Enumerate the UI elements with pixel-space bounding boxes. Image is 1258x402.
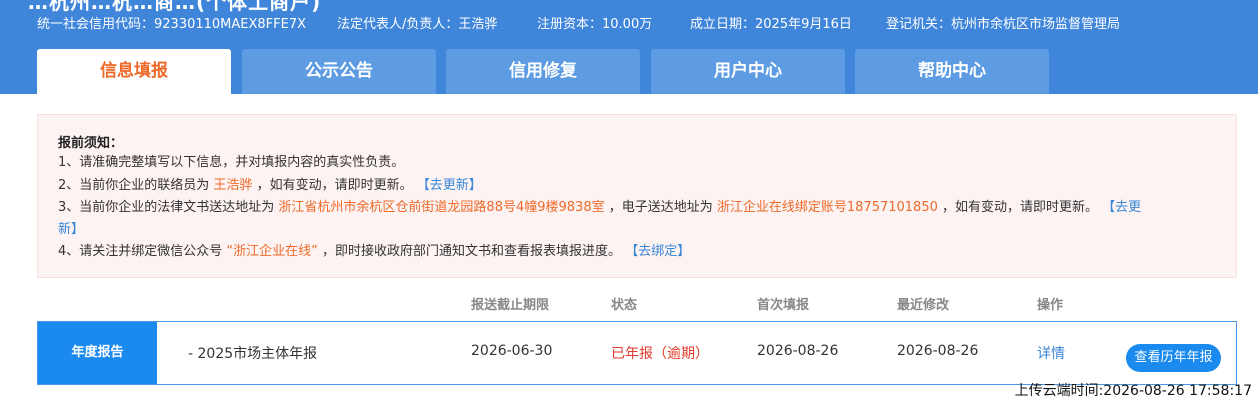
update-address-link-part1[interactable]: 【去更 bbox=[1102, 200, 1141, 215]
col-header-first-filing: 首次填报 bbox=[757, 298, 810, 313]
notice-line-3-wrap: 新】 bbox=[58, 219, 84, 241]
notice-line-3-suffix: ，如有变动，请即时更新。 bbox=[942, 200, 1099, 215]
col-header-actions: 操作 bbox=[1037, 298, 1064, 313]
tab-public-notice[interactable]: 公示公告 bbox=[242, 49, 436, 94]
credit-code: 统一社会信用代码：92330110MAEX8FFE7X bbox=[37, 17, 307, 32]
col-header-last-modified: 最近修改 bbox=[897, 298, 950, 313]
notice-line-4-prefix: 4、请关注并绑定微信公众号 bbox=[58, 244, 223, 259]
tab-credit-repair[interactable]: 信用修复 bbox=[446, 49, 640, 94]
tab-info-filing[interactable]: 信息填报 bbox=[37, 49, 231, 94]
view-history-button[interactable]: 查看历年年报 bbox=[1126, 344, 1221, 372]
notice-line-3: 3、当前你企业的法律文书送达地址为 浙江省杭州市余杭区仓前街道龙园路88号4幢9… bbox=[58, 197, 1141, 219]
legal-representative: 法定代表人/负责人：王浩骅 bbox=[337, 17, 498, 32]
tab-help-center[interactable]: 帮助中心 bbox=[855, 49, 1049, 94]
upload-time: 上传云端时间:2026-08-26 17:58:17 bbox=[1014, 383, 1252, 399]
filing-notice: 报前须知： 1、请准确完整填写以下信息，并对填报内容的真实性负责。 2、当前你企… bbox=[37, 114, 1237, 278]
registration-authority: 登记机关：杭州市余杭区市场监督管理局 bbox=[886, 17, 1121, 32]
notice-line-2-suffix: ，如有变动，请即时更新。 bbox=[256, 178, 413, 193]
report-deadline: 2026-06-30 bbox=[471, 343, 553, 359]
registered-capital: 注册资本：10.00万 bbox=[537, 17, 653, 32]
notice-line-4: 4、请关注并绑定微信公众号 “浙江企业在线” ，即时接收政府部门通知文书和查看报… bbox=[58, 241, 690, 263]
notice-line-2: 2、当前你企业的联络员为 王浩骅 ，如有变动，请即时更新。 【去更新】 bbox=[58, 175, 482, 197]
wechat-account-name: “浙江企业在线” bbox=[226, 244, 318, 259]
last-modified-date: 2026-08-26 bbox=[897, 343, 979, 359]
electronic-service-address: 浙江企业在线绑定账号18757101850 bbox=[716, 200, 938, 215]
update-contact-link[interactable]: 【去更新】 bbox=[417, 178, 482, 193]
status-badge: 已年报（逾期） bbox=[611, 346, 709, 362]
report-name: - 2025市场主体年报 bbox=[188, 346, 318, 362]
annual-report-label: 年度报告 bbox=[38, 322, 157, 384]
tab-user-center[interactable]: 用户中心 bbox=[651, 49, 845, 94]
header-bar: …杭州…杭…商…(个体工商户) 统一社会信用代码：92330110MAEX8FF… bbox=[0, 0, 1258, 94]
bind-wechat-link[interactable]: 【去绑定】 bbox=[625, 244, 690, 259]
established-date: 成立日期：2025年9月16日 bbox=[690, 17, 852, 32]
notice-title: 报前须知： bbox=[58, 136, 124, 151]
update-address-link-part2[interactable]: 新】 bbox=[58, 222, 84, 237]
notice-line-1: 1、请准确完整填写以下信息，并对填报内容的真实性负责。 bbox=[58, 155, 405, 170]
notice-line-4-suffix: ，即时接收政府部门通知文书和查看报表填报进度。 bbox=[322, 244, 622, 259]
col-header-status: 状态 bbox=[611, 298, 638, 313]
notice-line-3-prefix: 3、当前你企业的法律文书送达地址为 bbox=[58, 200, 275, 215]
notice-line-2-prefix: 2、当前你企业的联络员为 bbox=[58, 178, 210, 193]
first-filing-date: 2026-08-26 bbox=[757, 343, 839, 359]
col-header-deadline: 报送截止期限 bbox=[471, 298, 550, 313]
detail-link[interactable]: 详情 bbox=[1037, 343, 1065, 363]
notice-line-3-mid: ，电子送达地址为 bbox=[608, 200, 713, 215]
service-address: 浙江省杭州市余杭区仓前街道龙园路88号4幢9楼9838室 bbox=[278, 200, 605, 215]
table-row: 年度报告 - 2025市场主体年报 2026-06-30 已年报（逾期） 202… bbox=[37, 321, 1237, 385]
contact-person-name: 王浩骅 bbox=[213, 178, 253, 193]
